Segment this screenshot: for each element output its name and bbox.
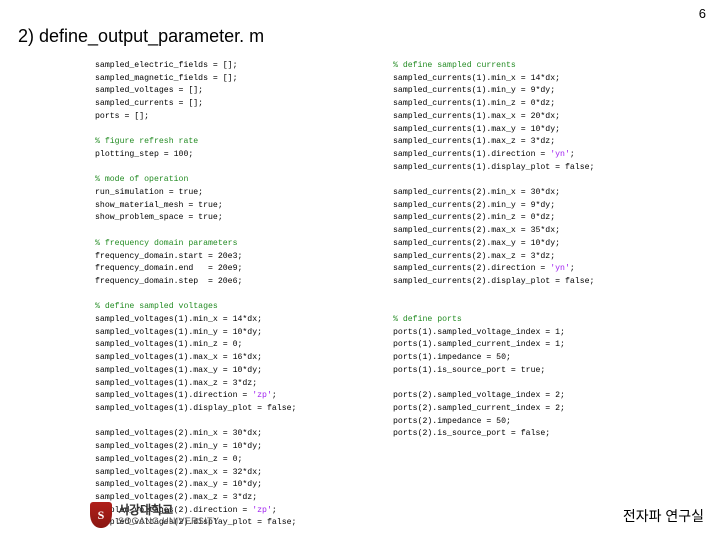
code-line: show_problem_space = true; bbox=[95, 212, 365, 225]
code-line: ports(1).is_source_port = true; bbox=[393, 365, 663, 378]
code-line: sampled_currents(1).max_x = 20*dx; bbox=[393, 111, 663, 124]
code-line bbox=[95, 289, 365, 302]
code-line: sampled_voltages(2).min_x = 30*dx; bbox=[95, 428, 365, 441]
code-line: frequency_domain.start = 20e3; bbox=[95, 251, 365, 264]
code-line: plotting_step = 100; bbox=[95, 149, 365, 162]
code-line: ports(2).sampled_current_index = 2; bbox=[393, 403, 663, 416]
code-line: sampled_voltages(2).max_y = 10*dy; bbox=[95, 479, 365, 492]
shield-icon bbox=[90, 502, 112, 528]
code-line: ports(1).sampled_current_index = 1; bbox=[393, 339, 663, 352]
code-line: sampled_voltages(1).max_x = 16*dx; bbox=[95, 352, 365, 365]
code-line: ports(1).impedance = 50; bbox=[393, 352, 663, 365]
code-line: sampled_voltages(2).min_z = 0; bbox=[95, 454, 365, 467]
code-line: ports(2).is_source_port = false; bbox=[393, 428, 663, 441]
code-block: sampled_electric_fields = [];sampled_mag… bbox=[95, 60, 670, 530]
code-line bbox=[393, 378, 663, 391]
code-line: show_material_mesh = true; bbox=[95, 200, 365, 213]
code-line: % figure refresh rate bbox=[95, 136, 365, 149]
code-line bbox=[95, 416, 365, 429]
code-line: sampled_currents(2).display_plot = false… bbox=[393, 276, 663, 289]
code-line: ports(1).sampled_voltage_index = 1; bbox=[393, 327, 663, 340]
code-line: sampled_currents(1).min_z = 0*dz; bbox=[393, 98, 663, 111]
code-line: sampled_currents(1).display_plot = false… bbox=[393, 162, 663, 175]
code-line: sampled_currents(2).max_y = 10*dy; bbox=[393, 238, 663, 251]
code-line: % mode of operation bbox=[95, 174, 365, 187]
code-line: sampled_currents(2).max_x = 35*dx; bbox=[393, 225, 663, 238]
code-line: sampled_voltages(1).direction = 'zp'; bbox=[95, 390, 365, 403]
code-line: sampled_voltages(1).max_z = 3*dz; bbox=[95, 378, 365, 391]
logo-korean: 서강대학교 bbox=[118, 504, 219, 517]
code-line: sampled_electric_fields = []; bbox=[95, 60, 365, 73]
code-line: frequency_domain.end = 20e9; bbox=[95, 263, 365, 276]
code-line: sampled_voltages(1).min_y = 10*dy; bbox=[95, 327, 365, 340]
code-line: % define sampled voltages bbox=[95, 301, 365, 314]
code-line bbox=[393, 301, 663, 314]
code-line: % define ports bbox=[393, 314, 663, 327]
logo-english: SOGANG UNIVERSITY bbox=[118, 517, 219, 526]
code-line: sampled_currents(1).min_x = 14*dx; bbox=[393, 73, 663, 86]
code-line: run_simulation = true; bbox=[95, 187, 365, 200]
code-line: sampled_currents(2).min_z = 0*dz; bbox=[393, 212, 663, 225]
code-line: sampled_currents(1).max_z = 3*dz; bbox=[393, 136, 663, 149]
code-column-1: sampled_electric_fields = [];sampled_mag… bbox=[95, 60, 365, 530]
code-line: ports(2).impedance = 50; bbox=[393, 416, 663, 429]
code-line: sampled_currents(2).min_x = 30*dx; bbox=[393, 187, 663, 200]
logo-text: 서강대학교 SOGANG UNIVERSITY bbox=[118, 504, 219, 526]
code-line: sampled_currents(2).max_z = 3*dz; bbox=[393, 251, 663, 264]
code-line: sampled_currents(2).direction = 'yn'; bbox=[393, 263, 663, 276]
code-line: sampled_voltages(1).max_y = 10*dy; bbox=[95, 365, 365, 378]
page-number: 6 bbox=[699, 6, 706, 21]
code-line bbox=[95, 162, 365, 175]
university-logo: 서강대학교 SOGANG UNIVERSITY bbox=[90, 502, 219, 528]
code-line: sampled_voltages(2).max_x = 32*dx; bbox=[95, 467, 365, 480]
code-line: % define sampled currents bbox=[393, 60, 663, 73]
code-line bbox=[393, 174, 663, 187]
code-column-2: % define sampled currentssampled_current… bbox=[393, 60, 663, 530]
code-line: sampled_voltages(1).min_z = 0; bbox=[95, 339, 365, 352]
code-line: sampled_magnetic_fields = []; bbox=[95, 73, 365, 86]
lab-name: 전자파 연구실 bbox=[623, 506, 704, 526]
slide-title: 2) define_output_parameter. m bbox=[18, 26, 264, 47]
code-line: sampled_currents(1).max_y = 10*dy; bbox=[393, 124, 663, 137]
code-line: sampled_currents(1).min_y = 9*dy; bbox=[393, 85, 663, 98]
code-line: sampled_currents(1).direction = 'yn'; bbox=[393, 149, 663, 162]
code-line: sampled_voltages(1).display_plot = false… bbox=[95, 403, 365, 416]
code-line: sampled_voltages(1).min_x = 14*dx; bbox=[95, 314, 365, 327]
code-line bbox=[95, 225, 365, 238]
code-line bbox=[95, 124, 365, 137]
code-line: ports(2).sampled_voltage_index = 2; bbox=[393, 390, 663, 403]
code-line: sampled_currents = []; bbox=[95, 98, 365, 111]
code-line bbox=[393, 289, 663, 302]
code-line: sampled_currents(2).min_y = 9*dy; bbox=[393, 200, 663, 213]
code-line: sampled_voltages = []; bbox=[95, 85, 365, 98]
code-line: % frequency domain parameters bbox=[95, 238, 365, 251]
code-line: sampled_voltages(2).min_y = 10*dy; bbox=[95, 441, 365, 454]
code-line: frequency_domain.step = 20e6; bbox=[95, 276, 365, 289]
code-line: ports = []; bbox=[95, 111, 365, 124]
